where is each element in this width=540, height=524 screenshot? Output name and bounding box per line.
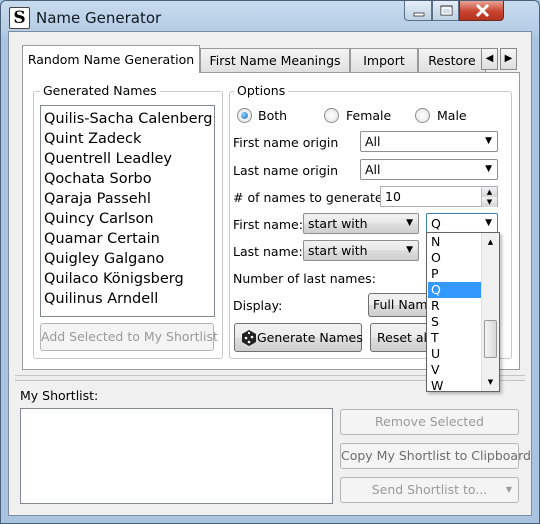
list-item[interactable]: Quincy Carlson [41,209,214,229]
maximize-button[interactable] [432,1,459,21]
generate-names-button[interactable]: Generate Names [234,323,363,352]
first-name-mode-value: start with [308,216,368,231]
tab-first-name-meanings[interactable]: First Name Meanings [200,48,350,72]
list-item[interactable]: Quilaco Königsberg [41,269,214,289]
window-title: Name Generator [36,9,162,27]
name-count-label: # of names to generate: [233,190,387,205]
radio-female[interactable] [324,108,339,123]
dropdown-option[interactable]: T [428,330,483,346]
num-last-names-label: Number of last names: [233,271,376,286]
first-origin-select[interactable]: All ▼ [360,131,498,152]
tab-random-name-generation[interactable]: Random Name Generation [22,45,200,73]
minimize-button[interactable] [404,1,432,21]
first-name-letter-select[interactable]: Q ▼ [426,213,498,234]
list-item[interactable]: Qaraja Passehl [41,189,214,209]
tab-import[interactable]: Import [350,48,418,72]
chevron-down-icon: ▼ [485,218,492,228]
first-name-letter-value: Q [431,216,441,231]
tab-restore[interactable]: Restore [418,48,486,72]
scrollbar-thumb[interactable] [484,320,497,358]
chevron-left-icon: ◀ [485,53,494,64]
chevron-up-icon: ▲ [486,188,493,196]
chevron-down-icon: ▼ [486,198,493,206]
send-shortlist-label: Send Shortlist to... [371,482,488,497]
name-count-value: 10 [385,189,401,204]
dropdown-option[interactable]: W [428,378,483,391]
dropdown-option[interactable]: O [428,250,483,266]
radio-male-label: Male [437,108,467,123]
send-shortlist-button[interactable]: Send Shortlist to... ▼ [340,477,519,503]
reset-all-button[interactable]: Reset all [370,323,434,352]
first-origin-value: All [365,134,381,149]
stepper-up-button[interactable]: ▲ [481,187,497,197]
list-item[interactable]: Qochata Sorbo [41,169,214,189]
last-origin-value: All [365,162,381,177]
radio-both-label: Both [258,108,288,123]
tab-scroll-right-button[interactable]: ▶ [500,48,517,70]
chevron-down-icon: ▼ [505,485,512,494]
last-name-label: Last name: [233,244,303,259]
first-name-mode-select[interactable]: start with ▼ [303,213,419,234]
list-item[interactable]: Quentrell Leadley [41,149,214,169]
dropdown-option[interactable]: N [428,234,483,250]
dropdown-option[interactable]: P [428,266,483,282]
shortlist-list[interactable] [20,408,333,504]
first-name-label: First name: [233,217,303,232]
dropdown-option[interactable]: R [428,298,483,314]
dice-icon [242,330,256,346]
last-origin-select[interactable]: All ▼ [360,159,498,180]
last-origin-label: Last name origin [233,163,339,178]
generated-names-legend: Generated Names [40,83,160,98]
stepper-down-button[interactable]: ▼ [481,197,497,207]
list-item[interactable]: Quigley Galgano [41,249,214,269]
list-item[interactable]: Quilinus Arndell [41,289,214,309]
chevron-up-icon[interactable]: ▲ [484,235,497,249]
dropdown-option[interactable]: U [428,346,483,362]
minimize-icon [413,12,425,17]
chevron-down-icon: ▼ [406,245,413,255]
app-icon: S [9,7,30,29]
tab-scroll-left-button[interactable]: ◀ [481,48,498,70]
close-button[interactable] [459,1,504,21]
display-label: Display: [233,298,283,313]
copy-shortlist-button[interactable]: Copy My Shortlist to Clipboard [340,443,531,469]
chevron-down-icon[interactable]: ▼ [484,375,497,389]
display-value: Full Name [373,297,432,312]
radio-female-label: Female [346,108,392,123]
list-item[interactable]: Quilis-Sacha Calenberg [41,109,214,129]
generated-names-list[interactable]: Quilis-Sacha Calenberg Quint Zadeck Quen… [40,105,215,317]
chevron-right-icon: ▶ [504,53,513,64]
dropdown-option[interactable]: S [428,314,483,330]
add-to-shortlist-button[interactable]: Add Selected to My Shortlist [40,323,218,351]
maximize-icon [440,5,453,16]
generate-names-label: Generate Names [257,330,363,345]
dropdown-scrollbar[interactable]: ▲ ▼ [481,233,499,391]
letter-dropdown-list[interactable]: N O P Q R S T U V W ▲ ▼ [426,232,500,392]
list-item[interactable]: Quamar Certain [41,229,214,249]
last-name-mode-select[interactable]: start with ▼ [303,240,419,261]
display-select[interactable]: Full Name [368,293,432,317]
options-legend: Options [234,83,289,98]
name-count-stepper[interactable]: 10 ▲ ▼ [380,186,498,207]
dropdown-option-selected[interactable]: Q [428,282,483,298]
last-name-mode-value: start with [308,243,368,258]
dropdown-option[interactable]: V [428,362,483,378]
chevron-down-icon: ▼ [485,136,492,146]
chevron-down-icon: ▼ [406,218,413,228]
close-icon [475,3,490,18]
remove-selected-button[interactable]: Remove Selected [340,409,519,435]
shortlist-label: My Shortlist: [20,388,99,403]
radio-male[interactable] [415,108,430,123]
chevron-down-icon: ▼ [485,164,492,174]
first-origin-label: First name origin [233,135,339,150]
radio-both[interactable] [237,108,252,123]
list-item[interactable]: Quint Zadeck [41,129,214,149]
